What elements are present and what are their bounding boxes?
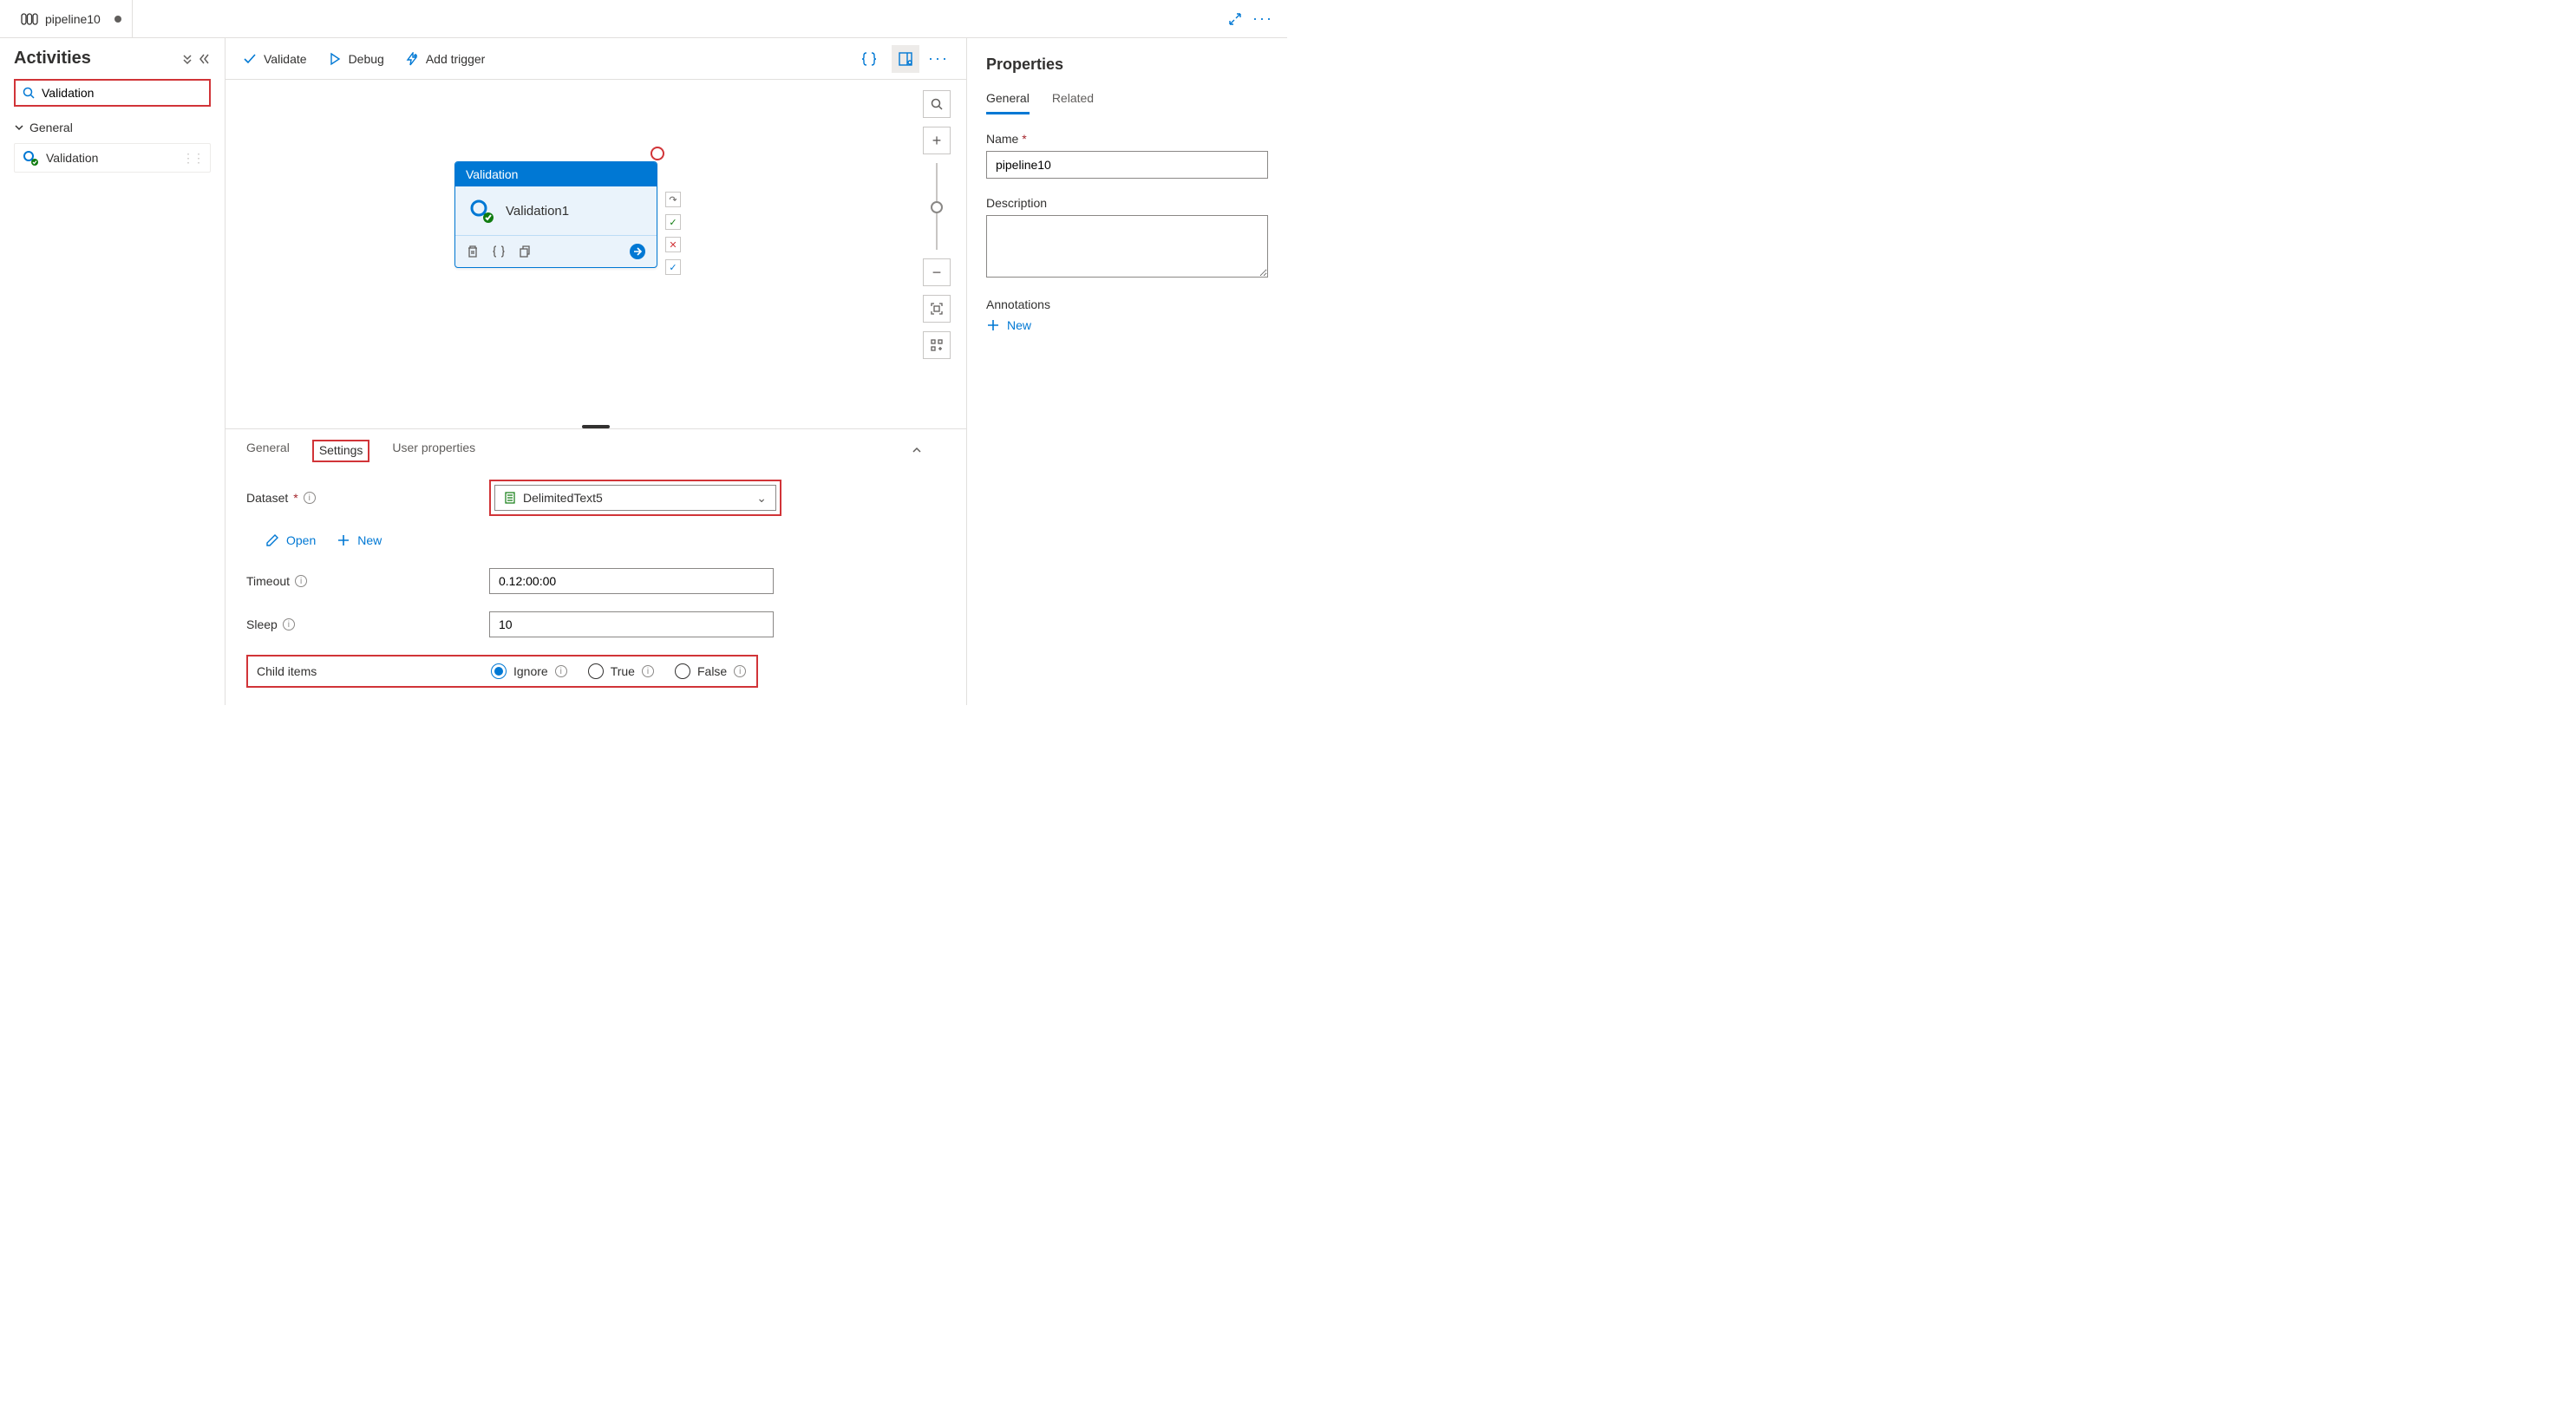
sleep-label: Sleep xyxy=(246,617,278,631)
info-icon[interactable]: i xyxy=(734,665,746,677)
zoom-thumb[interactable] xyxy=(931,201,943,213)
chevron-left-double-icon[interactable] xyxy=(199,53,211,65)
lightning-icon xyxy=(405,52,419,66)
chevron-down-icon xyxy=(14,122,24,133)
info-icon[interactable]: i xyxy=(295,575,307,587)
pencil-icon xyxy=(265,533,279,547)
description-label: Description xyxy=(986,196,1268,210)
pipeline-icon xyxy=(21,13,38,25)
fit-icon xyxy=(931,303,943,315)
drag-handle-icon: ⋮⋮ xyxy=(182,151,203,166)
canvas-toolbar: Validate Debug Add trigger ··· xyxy=(226,38,966,80)
child-items-false[interactable]: False i xyxy=(675,663,746,679)
panel-icon xyxy=(898,51,913,67)
props-tab-general[interactable]: General xyxy=(986,91,1030,114)
tab-user-properties[interactable]: User properties xyxy=(392,441,475,461)
validate-button[interactable]: Validate xyxy=(243,52,307,66)
play-icon xyxy=(328,52,342,66)
trash-icon[interactable] xyxy=(466,245,480,258)
new-dataset-button[interactable]: New xyxy=(337,533,382,547)
plus-icon xyxy=(337,533,350,547)
required-indicator: * xyxy=(1022,132,1026,146)
child-items-true[interactable]: True i xyxy=(588,663,654,679)
info-icon[interactable]: i xyxy=(304,492,316,504)
name-label: Name xyxy=(986,132,1018,146)
validation-icon xyxy=(467,197,495,225)
required-indicator: * xyxy=(293,491,297,505)
toolbar-more-icon[interactable]: ··· xyxy=(928,49,949,68)
activities-sidebar: Activities General Validation ⋮⋮ xyxy=(0,38,226,705)
info-icon[interactable]: i xyxy=(555,665,567,677)
node-skip-icon[interactable]: ✓ xyxy=(665,259,681,275)
zoom-out-button[interactable]: − xyxy=(923,258,951,286)
copy-icon[interactable] xyxy=(518,245,532,258)
description-input[interactable] xyxy=(986,215,1268,278)
tab-general[interactable]: General xyxy=(246,441,290,461)
chevron-up-icon xyxy=(911,444,923,456)
properties-toggle-button[interactable] xyxy=(892,45,919,73)
expand-icon[interactable] xyxy=(1228,12,1242,26)
chevron-down-double-icon[interactable] xyxy=(181,53,193,65)
info-icon[interactable]: i xyxy=(642,665,654,677)
code-view-button[interactable] xyxy=(855,45,883,73)
properties-panel: Properties General Related Name * Descri… xyxy=(966,38,1287,705)
braces-icon[interactable] xyxy=(492,245,506,258)
validation-activity-node[interactable]: Validation Validation1 ↷ ✓ ✕ ✓ xyxy=(454,161,657,268)
tab-title: pipeline10 xyxy=(45,12,101,26)
node-redo-icon[interactable]: ↷ xyxy=(665,192,681,207)
child-items-label: Child items xyxy=(257,664,317,678)
braces-icon xyxy=(861,51,877,67)
validation-icon xyxy=(22,149,39,167)
node-success-icon[interactable]: ✓ xyxy=(665,214,681,230)
zoom-slider[interactable] xyxy=(936,163,938,250)
pipeline-canvas[interactable]: Validation Validation1 ↷ ✓ ✕ ✓ xyxy=(226,80,966,428)
zoom-in-button[interactable]: + xyxy=(923,127,951,154)
child-items-ignore[interactable]: Ignore i xyxy=(491,663,567,679)
add-trigger-button[interactable]: Add trigger xyxy=(405,52,485,66)
debug-button[interactable]: Debug xyxy=(328,52,384,66)
timeout-input[interactable] xyxy=(489,568,774,594)
layout-icon xyxy=(931,339,943,351)
fit-screen-button[interactable] xyxy=(923,295,951,323)
add-annotation-button[interactable]: New xyxy=(986,318,1268,332)
node-header: Validation xyxy=(455,162,657,186)
node-fail-icon[interactable]: ✕ xyxy=(665,237,681,252)
dataset-icon xyxy=(504,492,516,504)
layout-button[interactable] xyxy=(923,331,951,359)
dataset-select[interactable]: DelimitedText5 ⌄ xyxy=(494,485,776,511)
activity-settings-panel: General Settings User properties Dataset… xyxy=(226,428,966,705)
tab-dirty-indicator xyxy=(114,16,121,23)
canvas-search-button[interactable] xyxy=(923,90,951,118)
props-tab-related[interactable]: Related xyxy=(1052,91,1094,114)
check-icon xyxy=(243,52,257,66)
properties-title: Properties xyxy=(986,56,1268,74)
annotations-label: Annotations xyxy=(986,297,1268,311)
node-port-icon[interactable] xyxy=(651,147,664,160)
more-icon[interactable]: ··· xyxy=(1252,10,1273,28)
timeout-label: Timeout xyxy=(246,574,290,588)
category-general[interactable]: General xyxy=(14,121,211,134)
search-icon xyxy=(931,98,943,110)
tab-bar: pipeline10 ··· xyxy=(0,0,1287,38)
panel-drag-handle[interactable] xyxy=(582,425,610,428)
sleep-input[interactable] xyxy=(489,611,774,637)
tab-settings[interactable]: Settings xyxy=(312,440,370,462)
pipeline-tab[interactable]: pipeline10 xyxy=(10,0,133,37)
arrow-right-circle-icon[interactable] xyxy=(629,243,646,260)
activities-search[interactable] xyxy=(14,79,211,107)
dataset-label: Dataset xyxy=(246,491,288,505)
pipeline-name-input[interactable] xyxy=(986,151,1268,179)
chevron-down-icon: ⌄ xyxy=(756,491,767,506)
plus-icon xyxy=(986,318,1000,332)
info-icon[interactable]: i xyxy=(283,618,295,630)
node-name: Validation1 xyxy=(506,204,569,219)
search-input[interactable] xyxy=(42,86,202,100)
open-dataset-button[interactable]: Open xyxy=(265,533,316,547)
activity-validation[interactable]: Validation ⋮⋮ xyxy=(14,143,211,173)
sidebar-title: Activities xyxy=(14,49,91,69)
panel-collapse-button[interactable] xyxy=(911,444,945,459)
search-icon xyxy=(23,87,35,99)
